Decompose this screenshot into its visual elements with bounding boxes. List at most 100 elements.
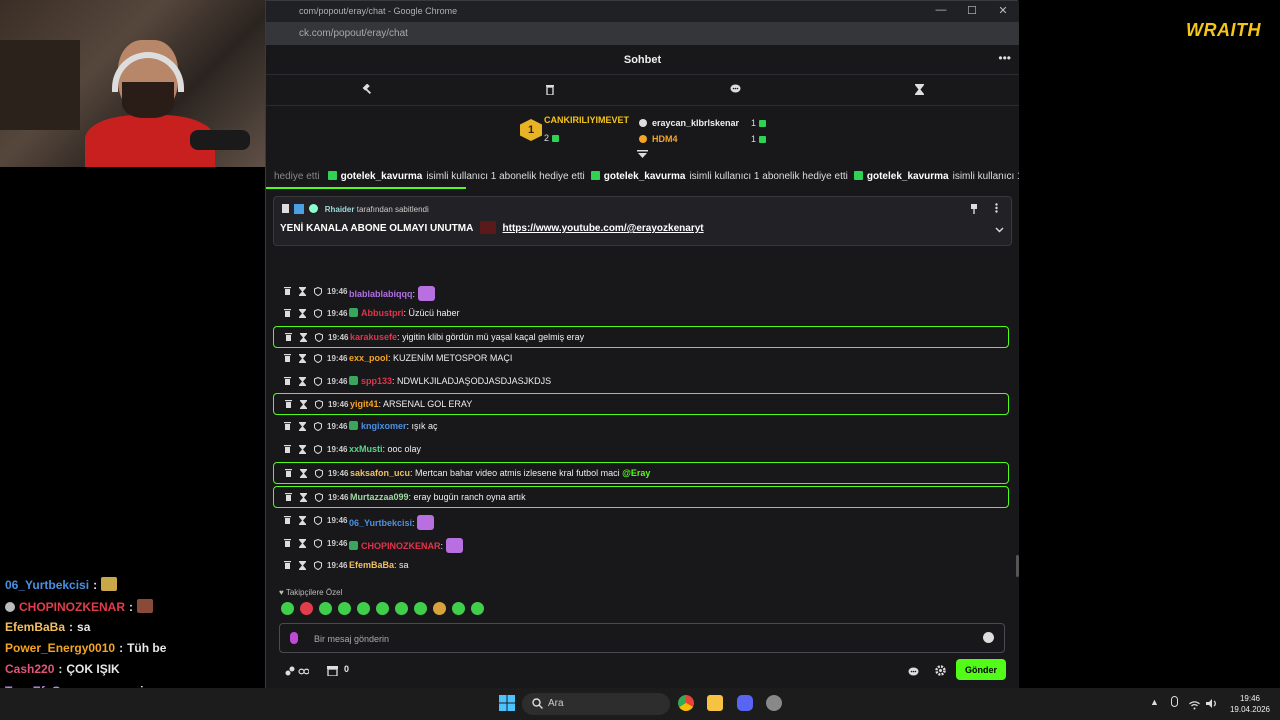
- ban-icon[interactable]: [314, 515, 322, 527]
- chat-message[interactable]: 19:46 Abbustpri: Üzücü haber: [273, 303, 1009, 325]
- message-username[interactable]: EfemBaBa: [349, 560, 394, 570]
- volume-icon[interactable]: [1206, 696, 1218, 714]
- trash-icon[interactable]: [543, 84, 557, 98]
- collapse-icon[interactable]: [637, 150, 648, 162]
- chat-message[interactable]: 19:46 EfemBaBa: sa: [273, 555, 1009, 577]
- more-options-button[interactable]: •••: [998, 51, 1011, 65]
- delete-icon[interactable]: [284, 539, 291, 549]
- ban-icon[interactable]: [314, 538, 322, 550]
- chat-message[interactable]: 19:46 kngixomer: ışık aç: [273, 416, 1009, 438]
- delete-icon[interactable]: [284, 422, 291, 432]
- windows-start-icon[interactable]: [499, 695, 515, 711]
- address-bar[interactable]: ck.com/popout/eray/chat: [266, 22, 1019, 45]
- timeout-icon[interactable]: [299, 422, 306, 433]
- chat-message[interactable]: 19:46 CHOPINOZKENAR:: [273, 533, 1009, 555]
- store-icon[interactable]: [327, 663, 338, 681]
- emote-button[interactable]: [471, 602, 484, 615]
- message-username[interactable]: exx_pool: [349, 353, 388, 363]
- timeout-icon[interactable]: [300, 493, 307, 504]
- emote-button[interactable]: [376, 602, 389, 615]
- chat-message[interactable]: 19:46 karakusefe: yigitin klibi gördün mü…: [273, 326, 1009, 348]
- ban-icon[interactable]: [314, 308, 322, 320]
- pinned-message[interactable]: Rhaider tarafından sabitlendi YENİ KANAL…: [273, 196, 1012, 246]
- unpin-icon[interactable]: [970, 204, 978, 217]
- pinned-link[interactable]: https://www.youtube.com/@erayozkenaryt: [503, 223, 704, 234]
- close-button[interactable]: ✕: [988, 4, 1018, 17]
- chat-message[interactable]: 19:46 spp133: NDWLKJILADJAŞODJASDJASJKDJS: [273, 371, 1009, 393]
- delete-icon[interactable]: [285, 400, 292, 410]
- emote-button[interactable]: [300, 602, 313, 615]
- delete-icon[interactable]: [284, 516, 291, 526]
- leaderboard-first[interactable]: CANKIRILIYIMEVET 2: [544, 115, 629, 146]
- emote-button[interactable]: [433, 602, 446, 615]
- ban-icon[interactable]: [314, 444, 322, 456]
- taskbar-search[interactable]: Ara: [522, 693, 670, 715]
- chat-message[interactable]: 19:46 blablablabiqqq:: [273, 281, 1009, 303]
- ban-icon[interactable]: [314, 353, 322, 365]
- chevron-down-icon[interactable]: [995, 225, 1004, 236]
- message-username[interactable]: Abbustpri: [361, 308, 404, 318]
- delete-icon[interactable]: [284, 287, 291, 297]
- minimize-button[interactable]: —: [926, 4, 956, 16]
- chat-message[interactable]: 19:46 06_Yurtbekcisi:: [273, 510, 1009, 532]
- emote-button[interactable]: [357, 602, 370, 615]
- timeout-icon[interactable]: [299, 445, 306, 456]
- discord-icon[interactable]: [737, 695, 753, 711]
- chat-message[interactable]: 19:46 exx_pool: KUZENİM METOSPOR MAÇI: [273, 348, 1009, 370]
- chat-icon[interactable]: [728, 84, 742, 98]
- emoji-icon[interactable]: [983, 632, 994, 643]
- send-button[interactable]: Gönder: [956, 659, 1006, 680]
- channel-points-icon[interactable]: [285, 664, 310, 682]
- pinned-user[interactable]: Rhaider: [325, 205, 355, 214]
- emote-button[interactable]: [414, 602, 427, 615]
- message-username[interactable]: spp133: [361, 376, 392, 386]
- hourglass-icon[interactable]: [912, 84, 926, 98]
- message-username[interactable]: Murtazzaa099: [350, 492, 409, 502]
- emote-button[interactable]: [395, 602, 408, 615]
- delete-icon[interactable]: [284, 377, 291, 387]
- title-bar[interactable]: com/popout/eray/chat - Google Chrome — ☐…: [266, 1, 1019, 22]
- emote-button[interactable]: [281, 602, 294, 615]
- hammer-icon[interactable]: [359, 83, 373, 98]
- leaderboard-entry[interactable]: HDM4 1: [639, 129, 769, 145]
- ban-icon[interactable]: [315, 332, 323, 344]
- timeout-icon[interactable]: [299, 377, 306, 388]
- message-username[interactable]: kngixomer: [361, 421, 407, 431]
- message-username[interactable]: 06_Yurtbekcisi: [349, 518, 412, 528]
- scrollbar[interactable]: [1016, 555, 1019, 577]
- emote-button[interactable]: [338, 602, 351, 615]
- emote-button[interactable]: [452, 602, 465, 615]
- mic-icon[interactable]: [290, 632, 298, 644]
- timeout-icon[interactable]: [300, 469, 307, 480]
- ban-icon[interactable]: [314, 560, 322, 572]
- message-username[interactable]: CHOPINOZKENAR: [361, 541, 441, 551]
- ban-icon[interactable]: [314, 286, 322, 298]
- message-mention[interactable]: @Eray: [622, 468, 650, 478]
- chat-message[interactable]: 19:46 xxMusti: ooc olay: [273, 439, 1009, 461]
- pinned-more-icon[interactable]: [995, 203, 998, 216]
- delete-icon[interactable]: [285, 333, 292, 343]
- file-explorer-icon[interactable]: [707, 695, 723, 711]
- chat-message[interactable]: 19:46 yigit41: ARSENAL GOL ERAY: [273, 393, 1009, 415]
- delete-icon[interactable]: [284, 445, 291, 455]
- message-username[interactable]: xxMusti: [349, 444, 383, 454]
- ban-icon[interactable]: [315, 399, 323, 411]
- ban-icon[interactable]: [314, 376, 322, 388]
- app-icon[interactable]: [766, 695, 782, 711]
- message-username[interactable]: yigit41: [350, 399, 379, 409]
- tray-chevron-icon[interactable]: ▲: [1150, 697, 1159, 707]
- delete-icon[interactable]: [284, 561, 291, 571]
- timeout-icon[interactable]: [300, 400, 307, 411]
- message-username[interactable]: karakusefe: [350, 332, 397, 342]
- timeout-icon[interactable]: [299, 354, 306, 365]
- ban-icon[interactable]: [315, 492, 323, 504]
- timeout-icon[interactable]: [299, 539, 306, 550]
- chat-settings-bubble-icon[interactable]: [908, 664, 919, 682]
- timeout-icon[interactable]: [299, 287, 306, 298]
- timeout-icon[interactable]: [299, 516, 306, 527]
- timeout-icon[interactable]: [299, 309, 306, 320]
- leaderboard-entry[interactable]: eraycan_klbrlskenar 1: [639, 113, 769, 129]
- delete-icon[interactable]: [285, 493, 292, 503]
- gear-icon[interactable]: [935, 663, 946, 681]
- message-username[interactable]: saksafon_ucu: [350, 468, 410, 478]
